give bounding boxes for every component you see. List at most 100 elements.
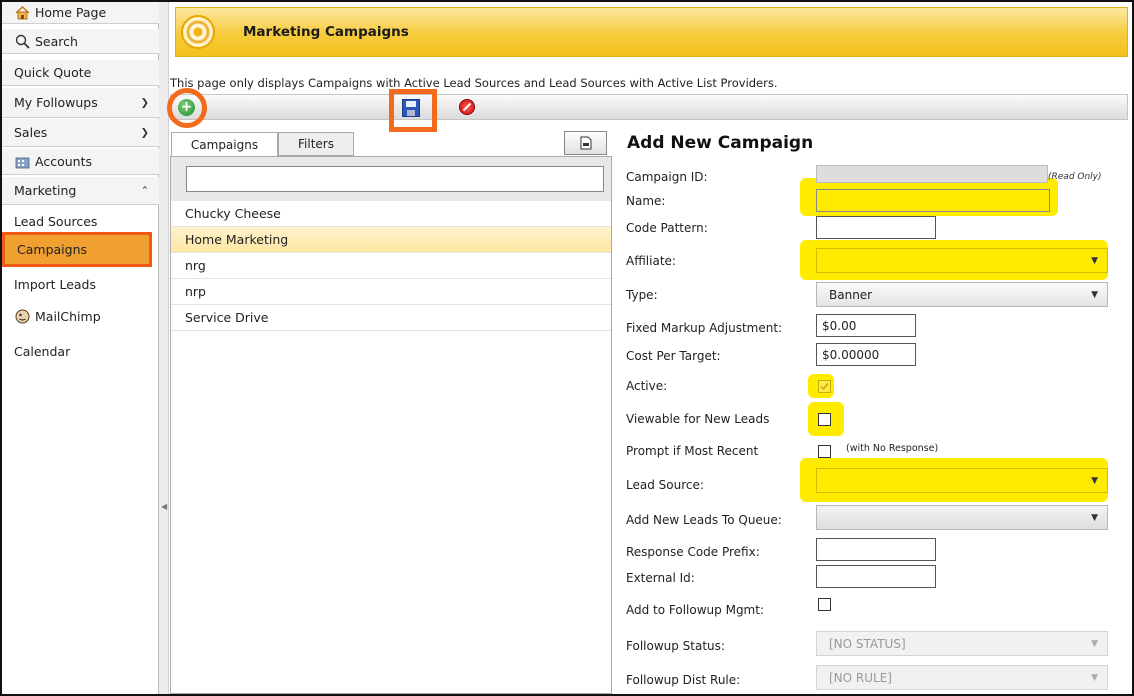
page-header: Marketing Campaigns bbox=[175, 7, 1128, 57]
name-label: Name: bbox=[626, 194, 666, 208]
sidebar-item-label: Sales bbox=[14, 125, 48, 140]
list-item[interactable]: nrg bbox=[171, 253, 611, 279]
sidebar-item-label: Quick Quote bbox=[14, 65, 92, 80]
sidebar-item-my-followups[interactable]: My Followups ❯ bbox=[2, 88, 159, 118]
type-select[interactable]: Banner ▼ bbox=[816, 282, 1108, 307]
followup-rule-label: Followup Dist Rule: bbox=[626, 673, 741, 687]
dropdown-arrow-icon: ▼ bbox=[1091, 638, 1098, 649]
response-prefix-field[interactable] bbox=[816, 538, 936, 561]
sidebar-item-sales[interactable]: Sales ❯ bbox=[2, 119, 159, 147]
sidebar-item-label: Campaigns bbox=[17, 242, 88, 257]
queue-label: Add New Leads To Queue: bbox=[626, 513, 782, 527]
add-button[interactable]: + bbox=[178, 99, 195, 116]
sidebar-item-campaigns[interactable]: Campaigns bbox=[2, 232, 152, 267]
sidebar-item-calendar[interactable]: Calendar bbox=[2, 337, 159, 365]
sidebar-item-home-page[interactable]: Home Page bbox=[2, 2, 159, 24]
list-item[interactable]: nrp bbox=[171, 279, 611, 305]
sidebar-item-mailchimp[interactable]: MailChimp bbox=[2, 302, 159, 330]
sidebar-item-lead-sources[interactable]: Lead Sources bbox=[2, 207, 159, 235]
read-only-note: (Read Only) bbox=[1048, 172, 1102, 182]
campaign-id-field bbox=[816, 165, 1048, 183]
sidebar-item-label: Search bbox=[35, 33, 78, 49]
list-item[interactable]: Chucky Cheese bbox=[171, 201, 611, 227]
search-icon bbox=[14, 33, 30, 49]
campaign-search-input[interactable] bbox=[186, 166, 604, 192]
name-field[interactable] bbox=[816, 189, 1050, 212]
sidebar-item-label: Lead Sources bbox=[14, 213, 98, 229]
target-icon bbox=[181, 15, 215, 49]
sidebar-item-label: MailChimp bbox=[35, 308, 101, 324]
toolbar bbox=[170, 94, 1128, 120]
dropdown-arrow-icon: ▼ bbox=[1091, 255, 1098, 266]
sidebar-item-accounts[interactable]: Accounts bbox=[2, 149, 159, 175]
form-title: Add New Campaign bbox=[627, 133, 814, 153]
save-button[interactable] bbox=[402, 99, 420, 117]
affiliate-select[interactable]: ▼ bbox=[816, 248, 1108, 273]
lead-source-label: Lead Source: bbox=[626, 478, 704, 492]
sidebar-item-search[interactable]: Search bbox=[2, 29, 159, 54]
sidebar-item-label: Home Page bbox=[35, 5, 107, 20]
followup-status-label: Followup Status: bbox=[626, 639, 725, 653]
followup-rule-value: [NO RULE] bbox=[829, 670, 892, 685]
sidebar-item-label: Calendar bbox=[14, 343, 71, 359]
followup-status-value: [NO STATUS] bbox=[829, 636, 906, 651]
dropdown-arrow-icon: ▼ bbox=[1091, 289, 1098, 300]
code-pattern-label: Code Pattern: bbox=[626, 221, 708, 235]
external-id-field[interactable] bbox=[816, 565, 936, 588]
viewable-checkbox[interactable] bbox=[818, 413, 831, 426]
sidebar-item-label: Marketing bbox=[14, 183, 77, 198]
type-value: Banner bbox=[829, 287, 873, 302]
plus-icon: + bbox=[180, 99, 193, 115]
fixed-markup-label: Fixed Markup Adjustment: bbox=[626, 321, 783, 335]
affiliate-label: Affiliate: bbox=[626, 254, 676, 268]
dropdown-arrow-icon: ▼ bbox=[1091, 672, 1098, 683]
sidebar-item-label: Accounts bbox=[35, 154, 92, 169]
dropdown-arrow-icon: ▼ bbox=[1091, 512, 1098, 523]
campaign-id-label: Campaign ID: bbox=[626, 170, 708, 184]
fixed-markup-field[interactable]: $0.00 bbox=[816, 314, 916, 337]
document-icon bbox=[580, 136, 591, 150]
sidebar-item-label: Import Leads bbox=[14, 276, 97, 292]
sidebar-item-import-leads[interactable]: Import Leads bbox=[2, 270, 159, 298]
home-icon bbox=[14, 5, 30, 21]
cancel-button[interactable] bbox=[459, 99, 475, 115]
viewable-label: Viewable for New Leads bbox=[626, 412, 770, 426]
sidebar-item-marketing[interactable]: Marketing ⌃ bbox=[2, 177, 159, 205]
type-label: Type: bbox=[626, 288, 658, 302]
external-id-label: External Id: bbox=[626, 571, 695, 585]
dropdown-arrow-icon: ▼ bbox=[1091, 475, 1098, 486]
chevron-down-icon: ❯ bbox=[140, 97, 149, 108]
page-title: Marketing Campaigns bbox=[243, 24, 409, 40]
active-checkbox[interactable] bbox=[818, 380, 831, 393]
cost-per-target-label: Cost Per Target: bbox=[626, 349, 721, 363]
export-button[interactable] bbox=[564, 131, 607, 155]
followup-status-select[interactable]: [NO STATUS] ▼ bbox=[816, 631, 1108, 656]
list-item[interactable]: Service Drive bbox=[171, 305, 611, 331]
sidebar-item-quick-quote[interactable]: Quick Quote bbox=[2, 60, 159, 86]
followup-mgmt-label: Add to Followup Mgmt: bbox=[626, 603, 764, 617]
list-item-selected[interactable]: Home Marketing bbox=[171, 227, 611, 253]
info-text: This page only displays Campaigns with A… bbox=[170, 76, 778, 90]
response-prefix-label: Response Code Prefix: bbox=[626, 545, 760, 559]
lead-source-select[interactable]: ▼ bbox=[816, 468, 1108, 493]
chevron-up-icon: ⌃ bbox=[140, 185, 149, 196]
prompt-checkbox[interactable] bbox=[818, 445, 831, 458]
list-search-bar bbox=[171, 157, 611, 201]
cost-per-target-field[interactable]: $0.00000 bbox=[816, 343, 916, 366]
campaign-list: Chucky Cheese Home Marketing nrg nrp Ser… bbox=[170, 156, 612, 694]
chevron-down-icon: ❯ bbox=[140, 127, 149, 138]
code-pattern-field[interactable] bbox=[816, 216, 936, 239]
mailchimp-icon bbox=[14, 308, 30, 324]
sidebar: Home Page Search Quick Quote My Followup… bbox=[2, 2, 159, 694]
splitter-grip-icon: ◀ bbox=[161, 502, 168, 511]
prompt-note: (with No Response) bbox=[846, 443, 939, 454]
followup-mgmt-checkbox[interactable] bbox=[818, 598, 831, 611]
active-label: Active: bbox=[626, 379, 668, 393]
accounts-icon bbox=[14, 154, 30, 170]
checkmark-icon bbox=[820, 383, 829, 391]
tab-campaigns[interactable]: Campaigns bbox=[171, 132, 278, 157]
sidebar-item-label: My Followups bbox=[14, 95, 98, 110]
followup-rule-select[interactable]: [NO RULE] ▼ bbox=[816, 665, 1108, 690]
tab-filters[interactable]: Filters bbox=[278, 132, 354, 156]
queue-select[interactable]: ▼ bbox=[816, 505, 1108, 530]
